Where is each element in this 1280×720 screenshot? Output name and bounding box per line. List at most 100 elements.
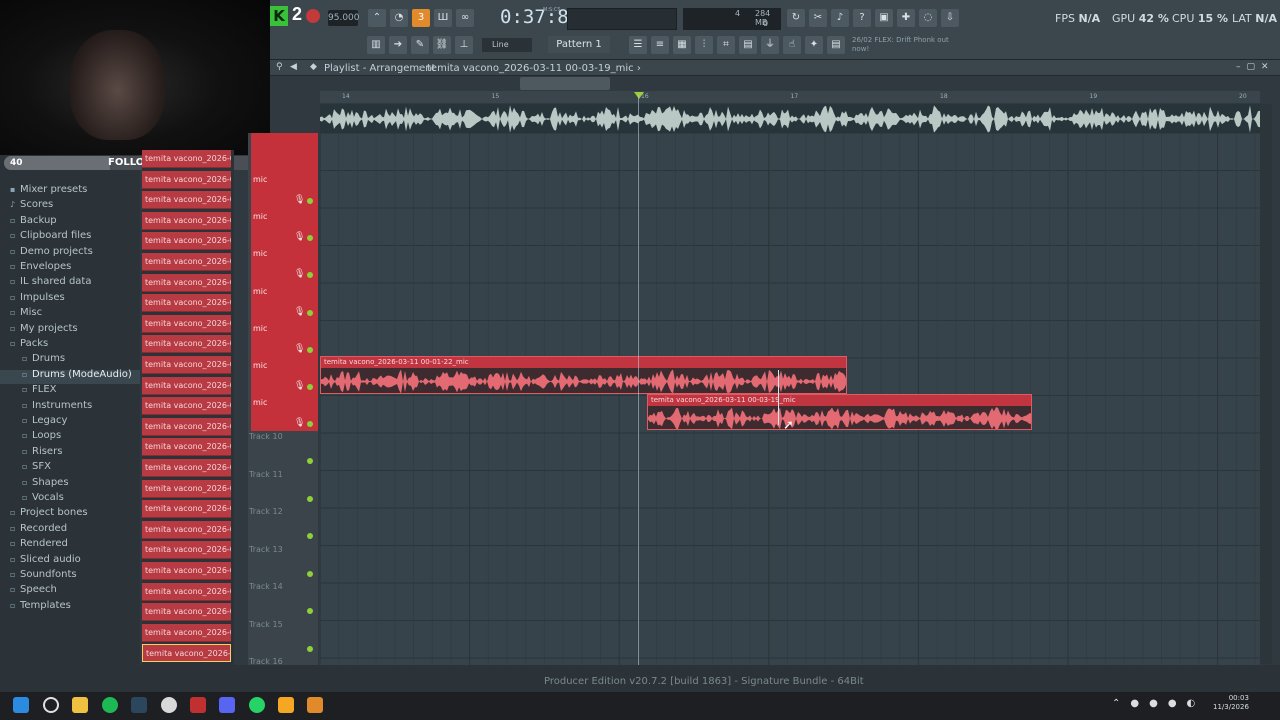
pencil-icon[interactable]: ✎: [411, 36, 429, 54]
browser-item[interactable]: ▫ Rendered: [10, 538, 68, 549]
save-icon[interactable]: ▣: [875, 9, 893, 27]
clip-list-item[interactable]: temita vacono_2026-03-: [142, 273, 231, 292]
track-enable-led[interactable]: [307, 198, 313, 204]
clip-list-item[interactable]: temita vacono_2026-03-: [142, 191, 231, 210]
clip-list-item[interactable]: temita vacono_2026-01-: [142, 500, 231, 519]
browser-item[interactable]: ▫ Drums (ModeAudio): [22, 369, 132, 380]
clip-list-item[interactable]: temita vacono_2026-03-: [142, 170, 231, 189]
plug-icon[interactable]: ⏚: [761, 36, 779, 54]
discord-icon[interactable]: [219, 697, 235, 713]
browser-item[interactable]: ▫ My projects: [10, 323, 78, 334]
song-overview[interactable]: [320, 104, 1260, 134]
loop-record-icon[interactable]: ∞: [456, 9, 474, 27]
countdown-icon[interactable]: 3: [412, 9, 430, 27]
mic-icon[interactable]: 🎙: [294, 344, 305, 354]
news-hint[interactable]: 26/02 FLEX: Drift Phonk out now!: [852, 36, 962, 54]
mic-icon[interactable]: 🎙: [294, 269, 305, 279]
browser-item[interactable]: ▫ Backup: [10, 215, 57, 226]
playhead-marker[interactable]: [634, 92, 644, 99]
track-name[interactable]: mic: [253, 287, 267, 296]
track-name[interactable]: Track 13: [249, 545, 283, 554]
browser-item[interactable]: ▪ Mixer presets: [10, 184, 87, 195]
track-enable-led[interactable]: [307, 608, 313, 614]
windows-start-icon[interactable]: [13, 697, 29, 713]
audio-clip-b[interactable]: temita vacono_2026-03-11 00-03-19_mic: [647, 394, 1032, 430]
browser-item[interactable]: ▫ Speech: [10, 584, 57, 595]
browser-item[interactable]: ▫ Soundfonts: [10, 569, 77, 580]
pattern-select[interactable]: Pattern 1: [548, 36, 610, 53]
chat-icon[interactable]: ◌: [919, 9, 937, 27]
metronome-icon[interactable]: ⌃: [368, 9, 386, 27]
snap-select[interactable]: Line: [482, 38, 532, 52]
help-icon[interactable]: ?: [853, 9, 871, 27]
link-icon[interactable]: ⛓: [433, 36, 451, 54]
horizontal-scrollbar[interactable]: [520, 77, 610, 90]
speaker-icon[interactable]: ◀: [290, 62, 297, 72]
track-name[interactable]: Track 12: [249, 507, 283, 516]
master-volume-slider[interactable]: [567, 8, 677, 30]
clip-list-item[interactable]: temita vacono_2026-03-: [142, 623, 231, 642]
browser-item[interactable]: ▫ IL shared data: [10, 276, 91, 287]
mixer-icon[interactable]: ⫶: [695, 36, 713, 54]
system-clock[interactable]: 00:03 11/3/2026: [1213, 694, 1249, 712]
clip-list-item[interactable]: temita vacono_2026-03-: [142, 541, 231, 560]
clip-list-item[interactable]: temita vacono_2026-03-: [142, 211, 231, 230]
browser-item[interactable]: ▫ Drums: [22, 353, 65, 364]
mic-icon[interactable]: 🎙: [294, 307, 305, 317]
clip-list-item[interactable]: temita vacono_2026-03-: [142, 376, 231, 395]
browser-icon[interactable]: [161, 697, 177, 713]
mic-icon[interactable]: ♪: [831, 9, 849, 27]
browser-item[interactable]: ▫ Templates: [10, 600, 71, 611]
track-name[interactable]: Track 15: [249, 620, 283, 629]
clip-list-item[interactable]: temita vacono_2026-03-: [142, 397, 231, 416]
track-name[interactable]: Track 11: [249, 470, 283, 479]
channel-rack-icon[interactable]: ≡: [651, 36, 669, 54]
track-name[interactable]: mic: [253, 324, 267, 333]
track-name[interactable]: mic: [253, 175, 267, 184]
track-enable-led[interactable]: [307, 533, 313, 539]
track-enable-led[interactable]: [307, 495, 313, 502]
whatsapp-icon[interactable]: [249, 697, 265, 713]
stamp-icon[interactable]: ⊥: [455, 36, 473, 54]
track-name[interactable]: Track 14: [249, 582, 283, 591]
clip-list-item[interactable]: temita vacono_2026-03-: [142, 356, 231, 374]
browser-item[interactable]: ▫ Legacy: [22, 415, 67, 426]
clip-list-item[interactable]: temita vacono_2026-03-: [142, 603, 231, 622]
browser-icon[interactable]: ⌗: [717, 36, 735, 54]
audio-clip-a[interactable]: temita vacono_2026-03-11 00-01-22_mic: [320, 356, 847, 394]
mic-icon[interactable]: 🎙: [294, 381, 305, 391]
track-enable-led[interactable]: [307, 458, 313, 464]
search-icon[interactable]: [43, 697, 59, 713]
browser-item[interactable]: ▫ SFX: [22, 461, 51, 472]
clip-list-item[interactable]: temita vacono_2026-03-: [142, 644, 231, 663]
clip-list-item[interactable]: temita vacono_2026-03-: [142, 520, 231, 539]
cut-icon[interactable]: ✂: [809, 9, 827, 27]
track-name[interactable]: mic: [253, 212, 267, 221]
fl-studio-icon[interactable]: [278, 697, 294, 713]
browser-item[interactable]: ▫ Vocals: [22, 492, 64, 503]
browser-item[interactable]: ▫ Shapes: [22, 477, 69, 488]
track-name[interactable]: mic: [253, 361, 267, 370]
browser-item[interactable]: ♪ Scores: [10, 199, 53, 210]
clip-list-item[interactable]: temita vacono_2026-03-: [142, 150, 231, 168]
browser-item[interactable]: ▫ Impulses: [10, 292, 65, 303]
browser-item[interactable]: ▫ Packs: [10, 338, 48, 349]
record-button[interactable]: [306, 9, 320, 23]
mic-icon[interactable]: 🎙: [294, 418, 305, 428]
wait-input-icon[interactable]: ◔: [390, 9, 408, 27]
browser-item[interactable]: ▫ Risers: [22, 446, 62, 457]
track-name[interactable]: Track 10: [249, 432, 283, 441]
step-edit-icon[interactable]: Ш: [434, 9, 452, 27]
browser-item[interactable]: ▫ Recorded: [10, 523, 67, 534]
clip-list-item[interactable]: temita vacono_2026-03-: [142, 335, 231, 354]
search-icon[interactable]: ⚲: [276, 62, 283, 72]
clip-list-item[interactable]: temita vacono_2026-03-: [142, 479, 231, 498]
browser-item[interactable]: ▫ Project bones: [10, 507, 88, 518]
arrow-icon[interactable]: ➔: [389, 36, 407, 54]
clip-list-item[interactable]: temita vacono_2026-03-: [142, 438, 231, 457]
track-enable-led[interactable]: [307, 384, 313, 390]
clip-list-item[interactable]: temita vacono_2026-03-: [142, 459, 231, 477]
browser-item[interactable]: ▫ Misc: [10, 307, 42, 318]
piano-roll-icon[interactable]: ▦: [673, 36, 691, 54]
refresh-icon[interactable]: ↻: [787, 9, 805, 27]
